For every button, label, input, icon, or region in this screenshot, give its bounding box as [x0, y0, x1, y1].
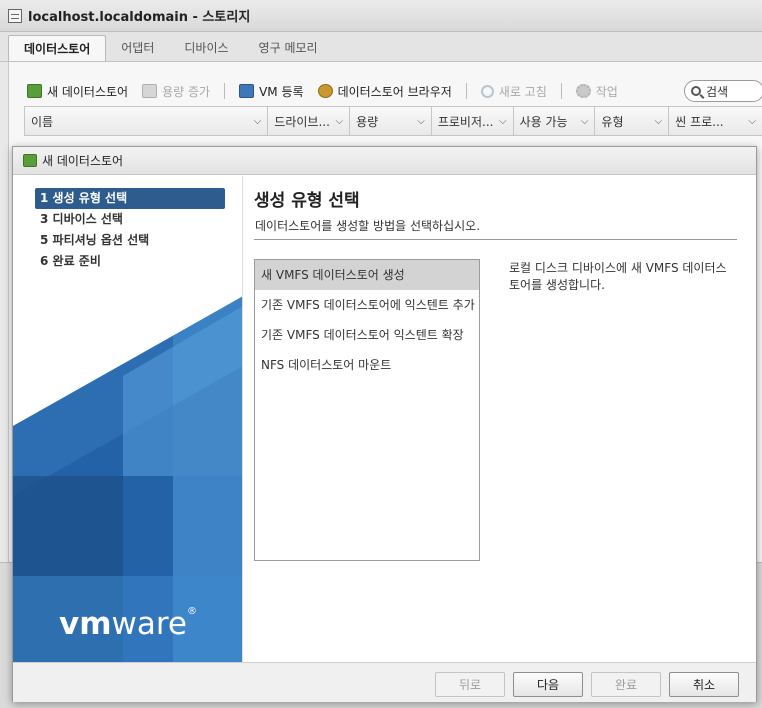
datastore-browser-button[interactable]: 데이터스토어 브라우저 — [317, 83, 452, 100]
new-datastore-label: 새 데이터스토어 — [47, 84, 129, 99]
page-description: 데이터스토어를 생성할 방법을 선택하십시오. — [255, 219, 481, 233]
window-title: localhost.localdomain - 스토리지 — [28, 10, 251, 25]
logo-prefix: vm — [59, 606, 112, 642]
creation-type-list: 새 VMFS 데이터스토어 생성 기존 VMFS 데이터스토어에 익스텐트 추가… — [254, 259, 480, 561]
finish-button[interactable]: 완료 — [591, 672, 661, 697]
option-create-new-vmfs[interactable]: 새 VMFS 데이터스토어 생성 — [255, 260, 479, 290]
chevron-down-icon: ⌵ — [748, 115, 756, 127]
refresh-button[interactable]: 새로 고침 — [480, 83, 547, 100]
wizard-sidebar: 1 생성 유형 선택 3 디바이스 선택 5 파티셔닝 옵션 선택 6 완료 준… — [13, 176, 243, 662]
column-label: 이름 — [31, 114, 54, 129]
column-label: 프로비저... — [437, 114, 494, 129]
search-placeholder: 검색 — [706, 84, 729, 99]
actions-gear-icon — [575, 84, 591, 98]
chevron-down-icon: ⌵ — [654, 115, 663, 127]
column-header-type[interactable]: 유형 ⌵ — [595, 107, 670, 135]
datastore-browser-label: 데이터스토어 브라우저 — [337, 84, 452, 99]
next-button[interactable]: 다음 — [513, 672, 583, 697]
wizard-steps: 1 생성 유형 선택 3 디바이스 선택 5 파티셔닝 옵션 선택 6 완료 준… — [35, 188, 225, 272]
option-mount-nfs[interactable]: NFS 데이터스토어 마운트 — [255, 350, 479, 380]
tab-persistent-memory[interactable]: 영구 메모리 — [244, 35, 333, 61]
toolbar: 새 데이터스토어 용량 증가 VM 등록 데이터스토어 브라우저 새로 고침 작… — [9, 62, 762, 110]
page-title: 생성 유형 선택 — [254, 191, 360, 211]
increase-capacity-label: 용량 증가 — [162, 84, 211, 99]
column-label: 용량 — [356, 114, 379, 129]
register-vm-label: VM 등록 — [259, 84, 304, 99]
column-label: 드라이브... — [274, 114, 330, 129]
logo-mark: ® — [187, 606, 198, 617]
datastore-icon — [8, 8, 22, 23]
divider — [254, 239, 737, 240]
new-datastore-button[interactable]: 새 데이터스토어 — [27, 83, 128, 100]
dialog-titlebar: 새 데이터스토어 — [13, 147, 756, 175]
tab-devices[interactable]: 디바이스 — [169, 35, 243, 61]
toolbar-separator — [560, 83, 562, 99]
tab-adapters[interactable]: 어댑터 — [106, 35, 169, 61]
wizard-step-select-device[interactable]: 3 디바이스 선택 — [35, 209, 225, 230]
tab-bar: 데이터스토어 어댑터 디바이스 영구 메모리 — [0, 32, 762, 62]
search-icon — [691, 86, 701, 96]
column-header-free[interactable]: 사용 가능 ⌵ — [514, 107, 596, 135]
back-button[interactable]: 뒤로 — [435, 672, 505, 697]
refresh-icon — [480, 84, 494, 98]
wizard-step-select-creation-type[interactable]: 1 생성 유형 선택 — [35, 188, 225, 209]
column-label: 씬 프로... — [675, 114, 724, 129]
increase-capacity-button[interactable]: 용량 증가 — [142, 83, 210, 100]
column-label: 유형 — [601, 114, 624, 129]
chevron-down-icon: ⌵ — [580, 115, 589, 127]
refresh-label: 새로 고침 — [498, 84, 547, 99]
chevron-down-icon: ⌵ — [253, 115, 262, 127]
chevron-down-icon: ⌵ — [417, 115, 425, 127]
new-datastore-icon — [23, 154, 37, 167]
cancel-button[interactable]: 취소 — [669, 672, 739, 697]
dialog-footer: 뒤로 다음 완료 취소 — [13, 662, 756, 702]
column-label: 사용 가능 — [519, 114, 568, 129]
search-input[interactable]: 검색 — [684, 80, 762, 102]
option-add-extent[interactable]: 기존 VMFS 데이터스토어에 익스텐트 추가 — [255, 290, 479, 320]
chevron-down-icon: ⌵ — [335, 115, 344, 127]
column-header-provisioned[interactable]: 프로비저... ⌵ — [432, 107, 514, 135]
new-datastore-dialog: 새 데이터스토어 1 생성 유형 선택 3 디바이스 선택 5 파티셔닝 옵션 … — [12, 146, 757, 702]
wizard-step-partition-options[interactable]: 5 파티셔닝 옵션 선택 — [35, 230, 225, 251]
register-vm-icon — [239, 84, 255, 98]
toolbar-separator — [465, 83, 467, 99]
register-vm-button[interactable]: VM 등록 — [239, 83, 304, 100]
vmware-logo: vmware® — [59, 606, 197, 642]
datastore-grid-header: 이름 ⌵ 드라이브... ⌵ 용량 ⌵ 프로비저... ⌵ 사용 가능 ⌵ 유형 ⌵ 씬 프… — [24, 106, 762, 136]
wizard-content: 생성 유형 선택 데이터스토어를 생성할 방법을 선택하십시오. 새 VMFS … — [244, 176, 756, 662]
actions-button[interactable]: 작업 — [575, 83, 618, 100]
new-datastore-icon — [27, 84, 42, 98]
dialog-title: 새 데이터스토어 — [42, 154, 124, 168]
chevron-down-icon: ⌵ — [499, 115, 507, 127]
option-description: 로컬 디스크 디바이스에 새 VMFS 데이터스토어를 생성합니다. — [509, 261, 727, 292]
column-header-drive-type[interactable]: 드라이브... ⌵ — [268, 107, 351, 135]
option-expand-extent[interactable]: 기존 VMFS 데이터스토어 익스텐트 확장 — [255, 320, 479, 350]
column-header-thin-provisioning[interactable]: 씬 프로... ⌵ — [669, 107, 762, 135]
tab-datastores[interactable]: 데이터스토어 — [8, 35, 107, 61]
logo-suffix: ware — [111, 606, 188, 642]
wizard-step-ready-to-complete[interactable]: 6 완료 준비 — [35, 251, 225, 272]
column-header-capacity[interactable]: 용량 ⌵ — [350, 107, 432, 135]
datastore-browser-icon — [317, 84, 333, 98]
toolbar-separator — [224, 83, 226, 99]
increase-capacity-icon — [142, 84, 158, 98]
window-titlebar: localhost.localdomain - 스토리지 — [0, 0, 762, 32]
column-header-name[interactable]: 이름 ⌵ — [25, 107, 269, 135]
actions-label: 작업 — [595, 84, 618, 99]
